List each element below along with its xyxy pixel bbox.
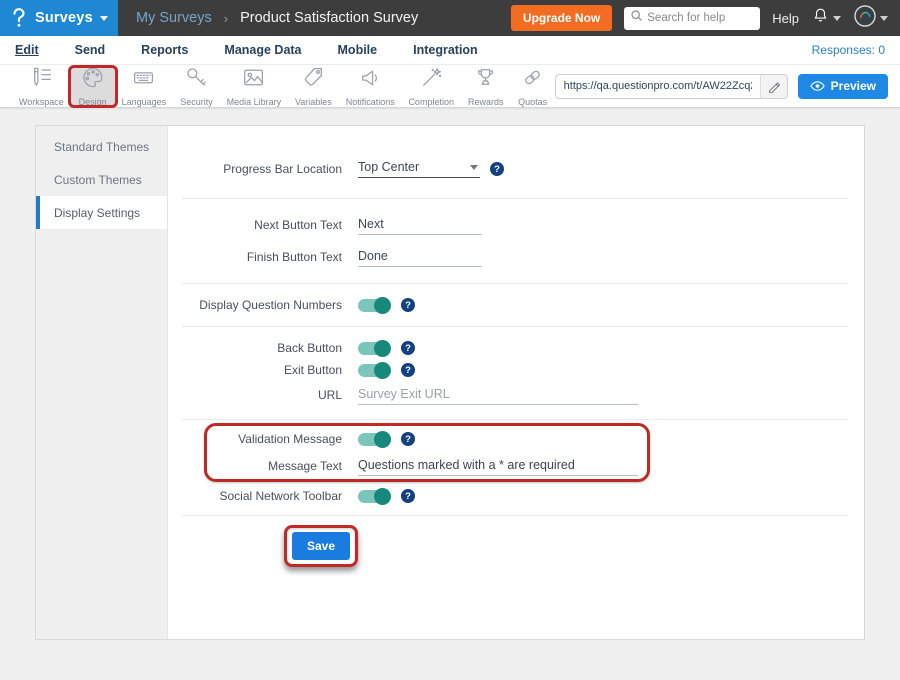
media-library-icon xyxy=(241,65,266,95)
top-header: Surveys My Surveys › Product Satisfactio… xyxy=(0,0,900,36)
user-account-menu[interactable] xyxy=(853,4,888,33)
help-icon[interactable]: ? xyxy=(490,162,504,176)
variables-icon xyxy=(301,65,326,95)
help-icon[interactable]: ? xyxy=(401,363,415,377)
message-text-input[interactable] xyxy=(358,456,638,476)
exit-button-toggle[interactable] xyxy=(358,364,389,377)
social-network-toolbar-label: Social Network Toolbar xyxy=(182,489,342,503)
help-icon[interactable]: ? xyxy=(401,489,415,503)
bell-icon xyxy=(811,6,830,30)
breadcrumb-my-surveys[interactable]: My Surveys xyxy=(136,10,212,26)
search-input[interactable] xyxy=(647,12,754,24)
product-logo-menu[interactable]: Surveys xyxy=(0,0,118,36)
display-question-numbers-toggle[interactable] xyxy=(358,299,389,312)
search-icon xyxy=(630,9,643,27)
chevron-down-icon xyxy=(470,165,478,170)
next-button-text-label: Next Button Text xyxy=(182,218,342,232)
breadcrumb-separator: › xyxy=(224,11,228,26)
themes-sidebar: Standard Themes Custom Themes Display Se… xyxy=(36,126,168,639)
edit-toolbar: Workspace Design Languages xyxy=(0,64,900,108)
progress-bar-location-select[interactable]: Top Center xyxy=(358,160,480,178)
sidebar-item-standard-themes[interactable]: Standard Themes xyxy=(36,130,167,163)
sidebar-item-display-settings[interactable]: Display Settings xyxy=(36,196,167,229)
toolbar-item-media-library[interactable]: Media Library xyxy=(220,65,288,107)
chevron-down-icon xyxy=(880,16,888,21)
toolbar-item-design[interactable]: Design xyxy=(71,66,115,106)
toolbar-item-languages[interactable]: Languages xyxy=(115,65,173,107)
nav-tab-send[interactable]: Send xyxy=(75,43,106,57)
progress-bar-location-label: Progress Bar Location xyxy=(182,162,342,176)
edit-url-button[interactable] xyxy=(760,75,787,98)
display-question-numbers-label: Display Question Numbers xyxy=(182,298,342,312)
eye-icon xyxy=(810,80,825,92)
section-divider xyxy=(182,283,848,284)
survey-nav-bar: Edit Send Reports Manage Data Mobile Int… xyxy=(0,36,900,64)
nav-tab-edit[interactable]: Edit xyxy=(15,43,39,57)
section-divider xyxy=(182,198,848,199)
trophy-icon xyxy=(473,65,498,95)
validation-message-label: Validation Message xyxy=(182,432,342,446)
upgrade-now-button[interactable]: Upgrade Now xyxy=(511,5,612,31)
social-network-toolbar-toggle[interactable] xyxy=(358,490,389,503)
nav-tab-reports[interactable]: Reports xyxy=(141,43,188,57)
avatar xyxy=(853,4,877,33)
next-button-text-input[interactable] xyxy=(358,215,482,235)
back-button-toggle[interactable] xyxy=(358,342,389,355)
survey-url-input[interactable] xyxy=(556,80,760,92)
notifications-bell-menu[interactable] xyxy=(811,6,841,30)
toolbar-item-quotas[interactable]: Quotas xyxy=(511,65,555,107)
workspace-icon xyxy=(29,65,54,95)
section-divider xyxy=(182,419,848,420)
survey-exit-url-input[interactable] xyxy=(358,385,638,405)
save-button-group: Save xyxy=(292,532,350,560)
message-text-label: Message Text xyxy=(182,459,342,473)
design-icon xyxy=(80,65,105,95)
finish-button-text-input[interactable] xyxy=(358,247,482,267)
nav-tab-integration[interactable]: Integration xyxy=(413,43,478,57)
validation-message-toggle[interactable] xyxy=(358,433,389,446)
nav-tab-mobile[interactable]: Mobile xyxy=(338,43,378,57)
display-settings-form: Progress Bar Location Top Center ? Next … xyxy=(168,126,864,639)
chain-links-icon xyxy=(520,65,545,95)
help-icon[interactable]: ? xyxy=(401,432,415,446)
back-button-label: Back Button xyxy=(182,341,342,355)
help-search-box[interactable] xyxy=(624,7,760,30)
chevron-down-icon xyxy=(100,16,108,21)
exit-url-label: URL xyxy=(182,388,342,402)
validation-message-section: Validation Message ? Message Text xyxy=(182,432,850,476)
toolbar-item-workspace[interactable]: Workspace xyxy=(12,65,71,107)
languages-icon xyxy=(131,65,156,95)
chevron-down-icon xyxy=(833,16,841,21)
survey-url-field xyxy=(555,74,788,99)
toolbar-item-security[interactable]: Security xyxy=(173,65,220,107)
help-icon[interactable]: ? xyxy=(401,341,415,355)
responses-count[interactable]: Responses: 0 xyxy=(812,43,885,57)
sidebar-item-custom-themes[interactable]: Custom Themes xyxy=(36,163,167,196)
finish-button-text-label: Finish Button Text xyxy=(182,250,342,264)
toolbar-item-notifications[interactable]: Notifications xyxy=(339,65,402,107)
pencil-icon xyxy=(767,79,781,93)
help-link[interactable]: Help xyxy=(772,11,799,26)
nav-tab-manage-data[interactable]: Manage Data xyxy=(224,43,301,57)
page-title: Product Satisfaction Survey xyxy=(240,10,418,26)
save-button[interactable]: Save xyxy=(292,532,350,560)
help-icon[interactable]: ? xyxy=(401,298,415,312)
security-icon xyxy=(184,65,209,95)
toolbar-item-completion[interactable]: Completion xyxy=(402,65,461,107)
megaphone-icon xyxy=(358,65,383,95)
section-divider xyxy=(182,515,848,516)
exit-button-label: Exit Button xyxy=(182,363,342,377)
breadcrumb: My Surveys › Product Satisfaction Survey xyxy=(136,10,418,26)
section-divider xyxy=(182,326,848,327)
questionpro-logo-icon xyxy=(10,8,28,28)
surveys-menu-label: Surveys xyxy=(35,10,93,26)
design-settings-panel: Standard Themes Custom Themes Display Se… xyxy=(35,125,865,640)
magic-wand-icon xyxy=(419,65,444,95)
toolbar-item-variables[interactable]: Variables xyxy=(288,65,339,107)
main-area: Standard Themes Custom Themes Display Se… xyxy=(0,108,900,680)
toolbar-item-rewards[interactable]: Rewards xyxy=(461,65,511,107)
preview-button[interactable]: Preview xyxy=(798,74,888,99)
